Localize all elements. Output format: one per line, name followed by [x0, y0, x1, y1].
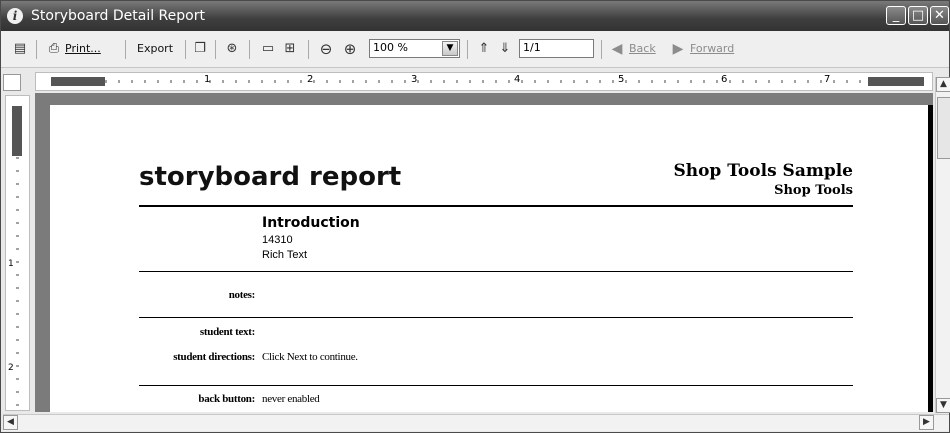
minimize-button[interactable]: _	[886, 6, 906, 25]
page-number-input[interactable]: 1/1	[519, 39, 594, 58]
section-id: 14310	[262, 234, 293, 246]
first-page-icon[interactable]: ⇑	[475, 40, 493, 58]
subproject-name: Shop Tools	[774, 183, 853, 198]
ruler-number: 5	[618, 74, 625, 85]
ruler-number: 1	[204, 74, 211, 85]
ruler-number: 1	[8, 259, 14, 269]
toolbar-separator	[308, 40, 309, 59]
scroll-left-icon[interactable]: ◀	[3, 415, 18, 430]
multi-page-icon[interactable]: ⊞	[281, 40, 299, 58]
next-page-icon[interactable]: ⇓	[496, 40, 514, 58]
toolbar-separator	[215, 40, 216, 59]
section-type: Rich Text	[262, 249, 308, 261]
window-title: Storyboard Detail Report	[31, 8, 205, 24]
ruler-number: 2	[8, 363, 14, 373]
toolbar-separator	[467, 40, 468, 59]
app-logo-icon: i	[7, 8, 23, 24]
field-value-student-directions: Click Next to continue.	[262, 351, 358, 363]
ruler-number: 2	[307, 74, 314, 85]
field-label-student-directions: student directions:	[173, 351, 255, 363]
scroll-thumb[interactable]	[937, 97, 950, 159]
back-arrow-icon[interactable]: ◀	[608, 40, 626, 58]
report-canvas[interactable]: storyboard report Shop Tools Sample Shop…	[35, 93, 933, 412]
project-name: Shop Tools Sample	[673, 161, 853, 181]
title-bar[interactable]: i Storyboard Detail Report _ □ ✕	[1, 1, 949, 31]
forward-arrow-icon[interactable]: ▶	[669, 40, 687, 58]
horizontal-ruler: 1 2 3 4 5 6 7	[35, 72, 933, 91]
print-button[interactable]: Print...	[65, 40, 101, 58]
maximize-button[interactable]: □	[908, 6, 928, 25]
section-divider	[139, 271, 853, 272]
field-value-back-button: never enabled	[262, 393, 320, 405]
printer-icon[interactable]: ⎙	[45, 40, 63, 58]
vertical-scrollbar[interactable]: ▲ ▼	[935, 77, 950, 413]
toolbar-separator	[185, 40, 186, 59]
field-label-back-button: back button:	[198, 393, 255, 405]
zoom-in-icon[interactable]: ⊕	[341, 40, 359, 58]
copy-icon[interactable]: ❐	[191, 40, 209, 58]
binoculars-search-icon[interactable]: ⊛	[223, 40, 241, 58]
toolbar-separator	[601, 40, 602, 59]
close-button[interactable]: ✕	[930, 6, 949, 25]
back-button[interactable]: Back	[629, 40, 656, 58]
chevron-down-icon[interactable]: ▼	[442, 41, 458, 56]
toolbar-separator	[125, 40, 126, 59]
toggle-tree-icon[interactable]: ▤	[11, 40, 29, 58]
header-divider	[139, 205, 853, 207]
single-page-icon[interactable]: ▭	[259, 40, 277, 58]
horizontal-ruler-ticks	[51, 77, 924, 86]
report-title: storyboard report	[139, 162, 402, 192]
scroll-up-icon[interactable]: ▲	[936, 77, 950, 92]
toolbar-separator	[249, 40, 250, 59]
report-page: storyboard report Shop Tools Sample Shop…	[50, 105, 933, 412]
toolbar: ▤ ⎙ Print... Export ❐ ⊛ ▭ ⊞ ⊖ ⊕ 100 % ▼ …	[1, 31, 949, 68]
section-divider	[139, 385, 853, 386]
section-divider	[139, 317, 853, 318]
ruler-number: 7	[824, 74, 831, 85]
zoom-out-icon[interactable]: ⊖	[317, 40, 335, 58]
scroll-down-icon[interactable]: ▼	[936, 398, 950, 413]
section-name: Introduction	[262, 215, 360, 231]
ruler-number: 6	[721, 74, 728, 85]
scroll-right-icon[interactable]: ▶	[919, 415, 934, 430]
report-window: i Storyboard Detail Report _ □ ✕ ▤ ⎙ Pri…	[0, 0, 950, 433]
zoom-select[interactable]: 100 % ▼	[369, 39, 460, 58]
field-label-student-text: student text:	[199, 326, 255, 338]
vertical-ruler: 1 2	[5, 95, 30, 411]
toolbar-separator	[36, 40, 37, 59]
ruler-number: 3	[411, 74, 418, 85]
ruler-corner	[3, 74, 21, 91]
export-button[interactable]: Export	[137, 40, 173, 58]
field-label-notes: notes:	[228, 289, 256, 301]
zoom-value: 100 %	[373, 41, 408, 54]
forward-button[interactable]: Forward	[690, 40, 734, 58]
horizontal-scrollbar[interactable]: ◀ ▶	[3, 414, 949, 431]
ruler-number: 4	[514, 74, 521, 85]
